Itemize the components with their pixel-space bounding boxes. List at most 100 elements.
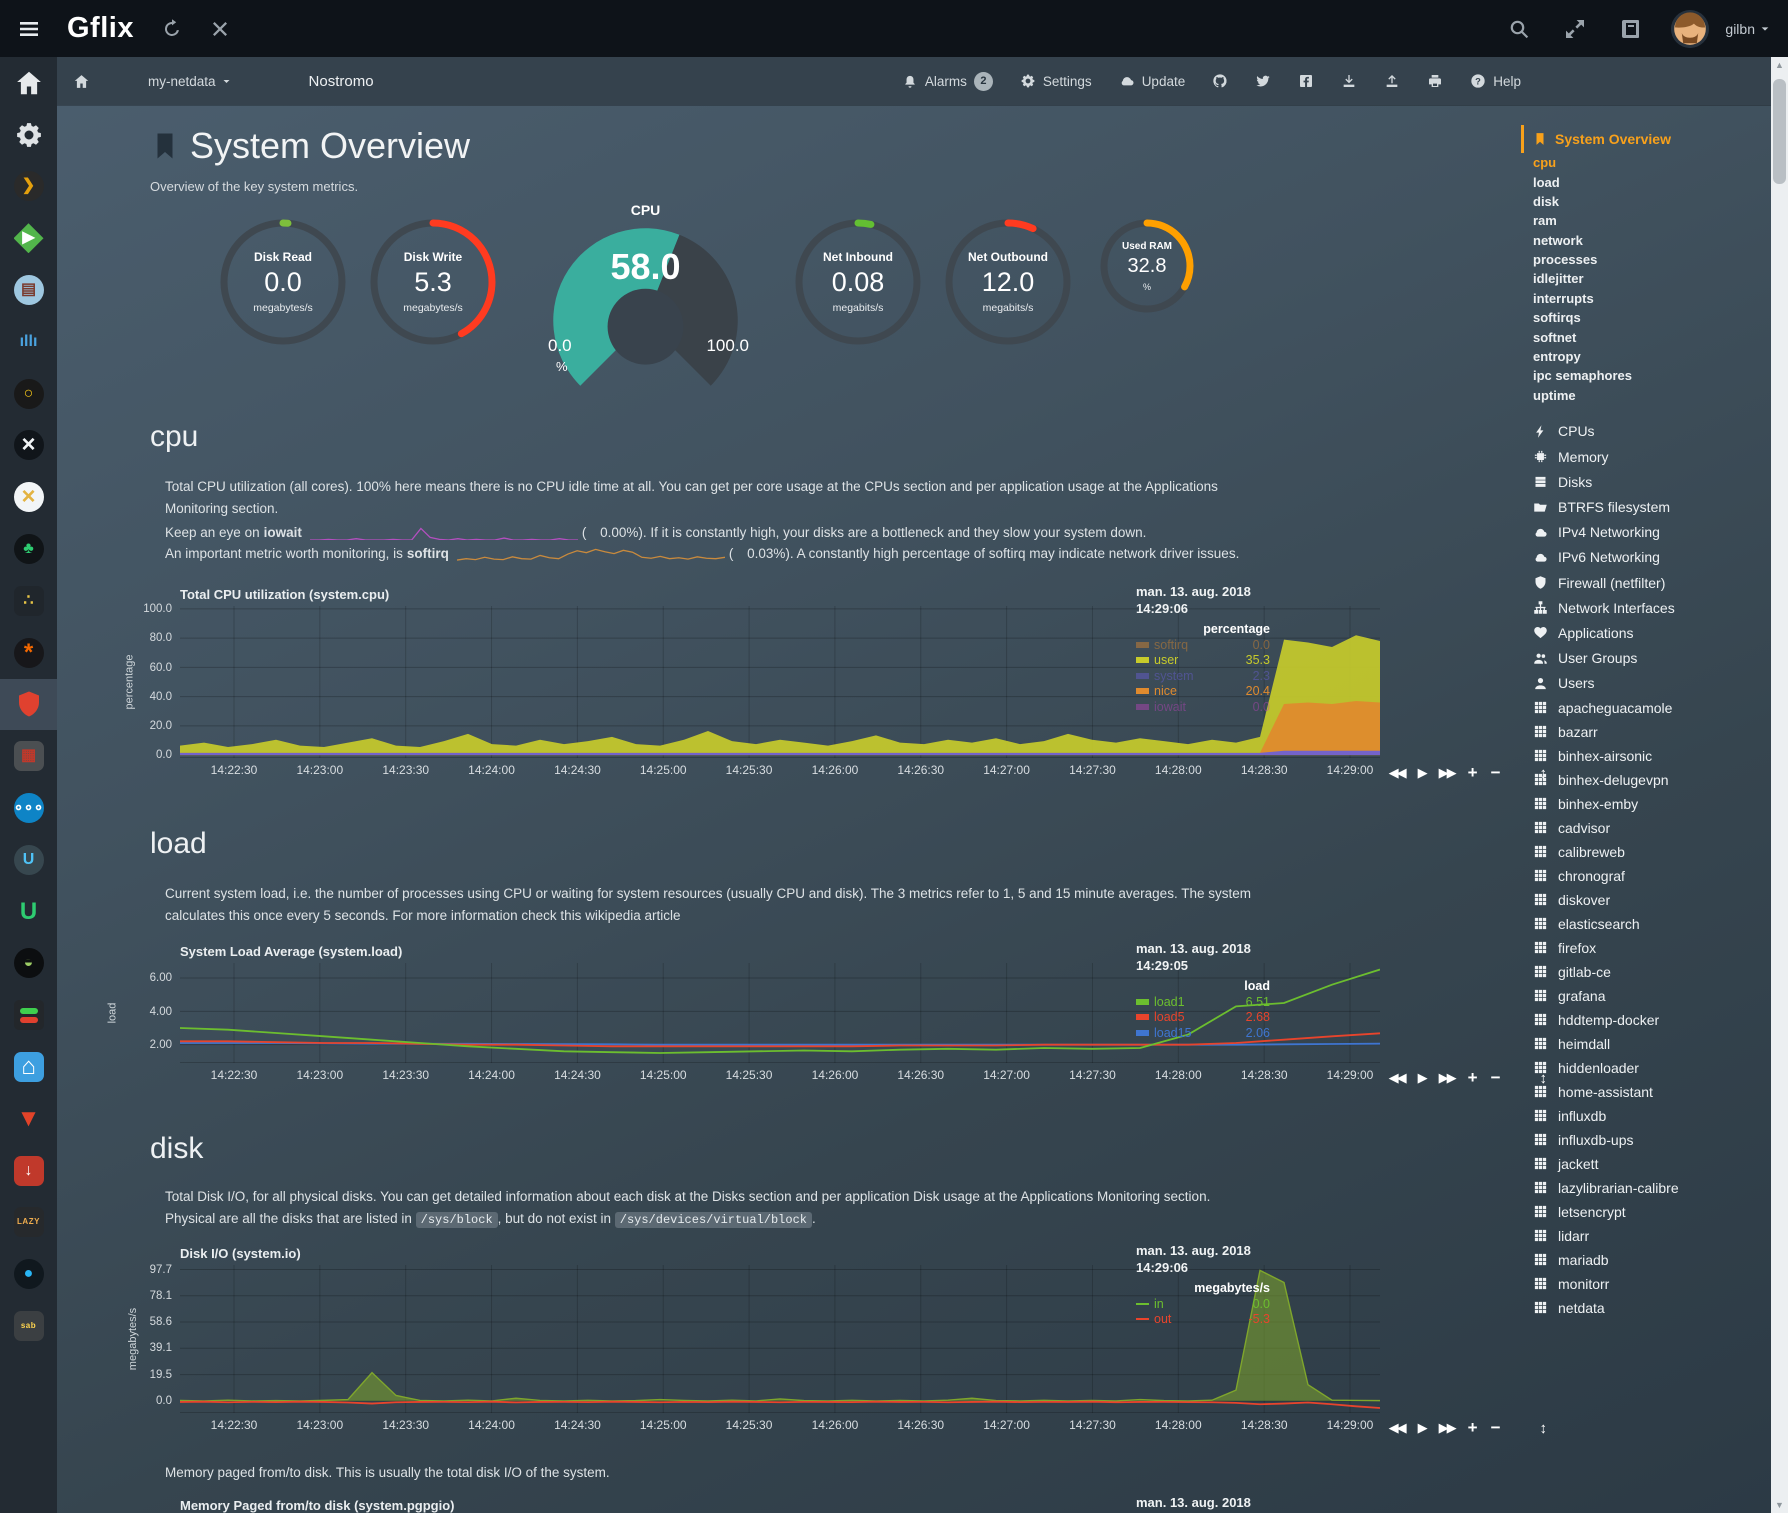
menu-app-home-assistant[interactable]: home-assistant: [1533, 1080, 1770, 1104]
facebook-link[interactable]: [1298, 73, 1314, 89]
menu-item-entropy[interactable]: entropy: [1533, 347, 1770, 366]
app-sickchill-icon[interactable]: ♣: [0, 523, 57, 575]
twitter-link[interactable]: [1255, 73, 1271, 89]
menu-app-bazarr[interactable]: bazarr: [1533, 720, 1770, 744]
github-link[interactable]: [1212, 73, 1228, 89]
avatar[interactable]: [1671, 10, 1709, 48]
alarms-button[interactable]: Alarms 2: [902, 72, 993, 91]
hostname[interactable]: Nostromo: [309, 73, 374, 90]
menu-app-diskover[interactable]: diskover: [1533, 888, 1770, 912]
menu-app-cadvisor[interactable]: cadvisor: [1533, 816, 1770, 840]
menu-section-firewall[interactable]: Firewall (netfilter): [1533, 570, 1770, 595]
menu-item-cpu[interactable]: cpu: [1533, 153, 1770, 172]
zoom-out-button[interactable]: −: [1491, 1068, 1501, 1088]
menu-item-processes[interactable]: processes: [1533, 250, 1770, 269]
menu-item-uptime[interactable]: uptime: [1533, 386, 1770, 405]
menu-app-chronograf[interactable]: chronograf: [1533, 864, 1770, 888]
menu-section-users[interactable]: Users: [1533, 671, 1770, 696]
app-bowl-icon[interactable]: ◒: [0, 938, 57, 990]
app-netdata-icon[interactable]: [0, 679, 57, 731]
pan-right-button[interactable]: ▶▶: [1439, 1070, 1455, 1086]
zoom-out-button[interactable]: −: [1491, 1418, 1501, 1438]
menu-item-softirqs[interactable]: softirqs: [1533, 308, 1770, 327]
app-organizr-drop-icon[interactable]: ●: [0, 1248, 57, 1300]
app-grafana-icon[interactable]: *: [0, 627, 57, 679]
legend-iowait[interactable]: iowait 0.0: [1136, 699, 1270, 715]
help-button[interactable]: ? Help: [1470, 73, 1521, 89]
settings-gear-icon[interactable]: [0, 109, 57, 161]
chart-plot[interactable]: percentage 100.080.060.040.020.00.0 man.…: [180, 606, 1380, 758]
app-airsonic-icon[interactable]: ıllı: [0, 316, 57, 368]
pgpgio-chart[interactable]: Memory Paged from/to disk (system.pgpgio…: [180, 1498, 1575, 1513]
menu-app-apacheguacamole[interactable]: apacheguacamole: [1533, 696, 1770, 720]
load-chart[interactable]: System Load Average (system.load) load 6…: [180, 944, 1575, 1086]
app-gitlab-icon[interactable]: ▼: [0, 1093, 57, 1145]
app-lazylibrarian-icon[interactable]: LAZY: [0, 1197, 57, 1249]
print-button[interactable]: [1427, 73, 1443, 89]
menu-app-binhex-airsonic[interactable]: binhex-airsonic: [1533, 744, 1770, 768]
menu-app-netdata[interactable]: netdata: [1533, 1296, 1770, 1320]
menu-app-binhex-emby[interactable]: binhex-emby: [1533, 792, 1770, 816]
menu-app-hiddenloader[interactable]: hiddenloader: [1533, 1056, 1770, 1080]
menu-item-disk[interactable]: disk: [1533, 192, 1770, 211]
app-calibre-web-icon[interactable]: ▤: [0, 264, 57, 316]
menu-app-lidarr[interactable]: lidarr: [1533, 1224, 1770, 1248]
scroll-up-arrow[interactable]: ▲: [1771, 57, 1788, 73]
app-unifi-icon[interactable]: U: [0, 834, 57, 886]
play-button[interactable]: ▶: [1418, 1420, 1426, 1436]
scroll-down-arrow[interactable]: ▼: [1771, 1497, 1788, 1513]
home-icon[interactable]: [73, 73, 90, 90]
legend-softirq[interactable]: softirq 0.0: [1136, 637, 1270, 653]
menu-app-lazylibrarian-calibre[interactable]: lazylibrarian-calibre: [1533, 1176, 1770, 1200]
menu-app-binhex-delugevpn[interactable]: binhex-delugevpn: [1533, 768, 1770, 792]
app-sabnzbd-icon[interactable]: sab: [0, 1300, 57, 1352]
menu-section-ipv4[interactable]: IPv4 Networking: [1533, 520, 1770, 545]
gauge-used-ram[interactable]: Used RAM 32.8 %: [1083, 216, 1211, 322]
app-couchpotato-icon[interactable]: ×: [0, 420, 57, 472]
menu-section-disks[interactable]: Disks: [1533, 469, 1770, 494]
legend-nice[interactable]: nice 20.4: [1136, 683, 1270, 699]
hamburger-menu-icon[interactable]: [17, 17, 41, 41]
pan-right-button[interactable]: ▶▶: [1439, 765, 1455, 781]
gauge-net-outbound[interactable]: Net Outbound 12.0 megabits/s: [933, 216, 1083, 354]
chart-plot[interactable]: load 6.004.002.00 man. 13. aug. 2018 14:…: [180, 963, 1380, 1063]
legend-in[interactable]: in 0.0: [1136, 1296, 1270, 1312]
zoom-out-button[interactable]: −: [1491, 763, 1501, 783]
scrollbar[interactable]: ▲ ▼: [1771, 57, 1788, 1513]
changelog-book-icon[interactable]: [1619, 17, 1643, 41]
app-home-assistant-icon[interactable]: ⌂: [0, 1041, 57, 1093]
menu-section-ipv6[interactable]: IPv6 Networking: [1533, 545, 1770, 570]
menu-app-calibreweb[interactable]: calibreweb: [1533, 840, 1770, 864]
app-monitorr-icon[interactable]: [0, 989, 57, 1041]
app-redcubes-icon[interactable]: ▦: [0, 730, 57, 782]
legend-load5[interactable]: load5 2.68: [1136, 1010, 1270, 1026]
menu-section-memory[interactable]: Memory: [1533, 444, 1770, 469]
menu-app-influxdb[interactable]: influxdb: [1533, 1104, 1770, 1128]
cpu-chart[interactable]: Total CPU utilization (system.cpu) perce…: [180, 587, 1575, 781]
legend-load15[interactable]: load15 2.06: [1136, 1025, 1270, 1041]
menu-section-system-overview[interactable]: System Overview: [1521, 125, 1770, 153]
menu-app-gitlab-ce[interactable]: gitlab-ce: [1533, 960, 1770, 984]
app-emby-icon[interactable]: ▶: [0, 212, 57, 264]
legend-system[interactable]: system 2.3: [1136, 668, 1270, 684]
legend-user[interactable]: user 35.3: [1136, 652, 1270, 668]
zoom-in-button[interactable]: +: [1468, 1068, 1478, 1088]
menu-app-firefox[interactable]: firefox: [1533, 936, 1770, 960]
zoom-in-button[interactable]: +: [1468, 1418, 1478, 1438]
app-nextcloud-icon[interactable]: ∘∘∘: [0, 782, 57, 834]
scrollbar-thumb[interactable]: [1773, 79, 1786, 184]
resize-handle[interactable]: ↕: [1540, 1420, 1548, 1437]
menu-section-btrfs[interactable]: BTRFS filesystem: [1533, 494, 1770, 519]
menu-section-user-groups[interactable]: User Groups: [1533, 646, 1770, 671]
close-icon[interactable]: [208, 17, 232, 41]
legend-load1[interactable]: load1 6.51: [1136, 994, 1270, 1010]
menu-app-mariadb[interactable]: mariadb: [1533, 1248, 1770, 1272]
menu-section-cpus[interactable]: CPUs: [1533, 419, 1770, 444]
iowait-sparkline[interactable]: [310, 525, 578, 540]
app-tautulli-icon[interactable]: ❯: [0, 161, 57, 213]
user-menu[interactable]: gilbn: [1725, 21, 1770, 37]
menu-section-applications[interactable]: Applications: [1533, 620, 1770, 645]
fullscreen-icon[interactable]: [1563, 17, 1587, 41]
menu-item-idlejitter[interactable]: idlejitter: [1533, 269, 1770, 288]
menu-item-load[interactable]: load: [1533, 172, 1770, 191]
